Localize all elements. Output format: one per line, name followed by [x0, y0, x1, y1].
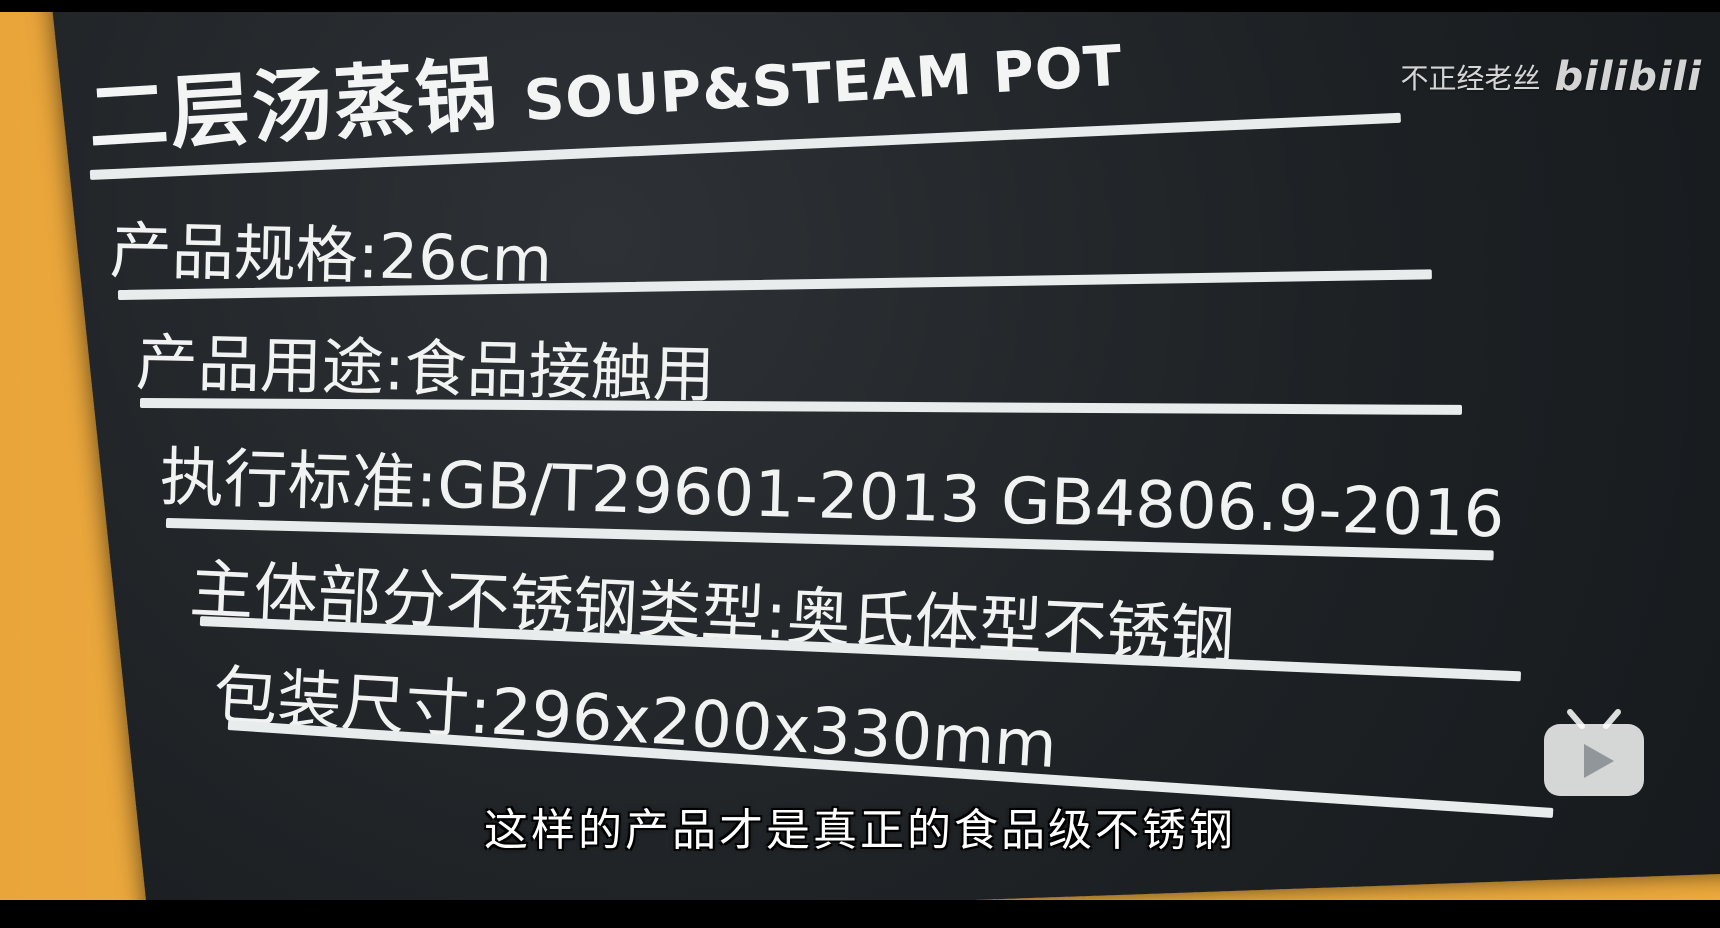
spec-key: 产品用途:: [135, 326, 406, 405]
label-title: 二层汤蒸锅 SOUP&STEAM POT: [85, 12, 1126, 170]
spec-row-package-size: 包装尺寸:296x200x330mm: [211, 644, 1059, 786]
divider-rule: [139, 398, 1463, 415]
spec-key: 执行标准:: [158, 441, 439, 523]
product-label-content: 二层汤蒸锅 SOUP&STEAM POT 产品规格:26cm 产品用途:食品接触用…: [0, 12, 1720, 900]
bilibili-watermark: 不正经老丝 bilibili: [1400, 54, 1702, 100]
label-title-english: SOUP&STEAM POT: [522, 33, 1125, 135]
spec-value: 296x200x330mm: [488, 675, 1059, 784]
bilibili-tv-play-icon[interactable]: [1540, 708, 1648, 800]
spec-key: 产品规格:: [109, 214, 380, 293]
watermark-author: 不正经老丝: [1400, 62, 1541, 95]
video-content: 二层汤蒸锅 SOUP&STEAM POT 产品规格:26cm 产品用途:食品接触用…: [0, 12, 1720, 900]
label-title-chinese: 二层汤蒸锅: [85, 47, 501, 165]
bilibili-logo: bilibili: [1554, 54, 1702, 100]
video-subtitle: 这样的产品才是真正的食品级不锈钢: [484, 805, 1236, 856]
video-frame[interactable]: 二层汤蒸锅 SOUP&STEAM POT 产品规格:26cm 产品用途:食品接触用…: [0, 0, 1720, 928]
